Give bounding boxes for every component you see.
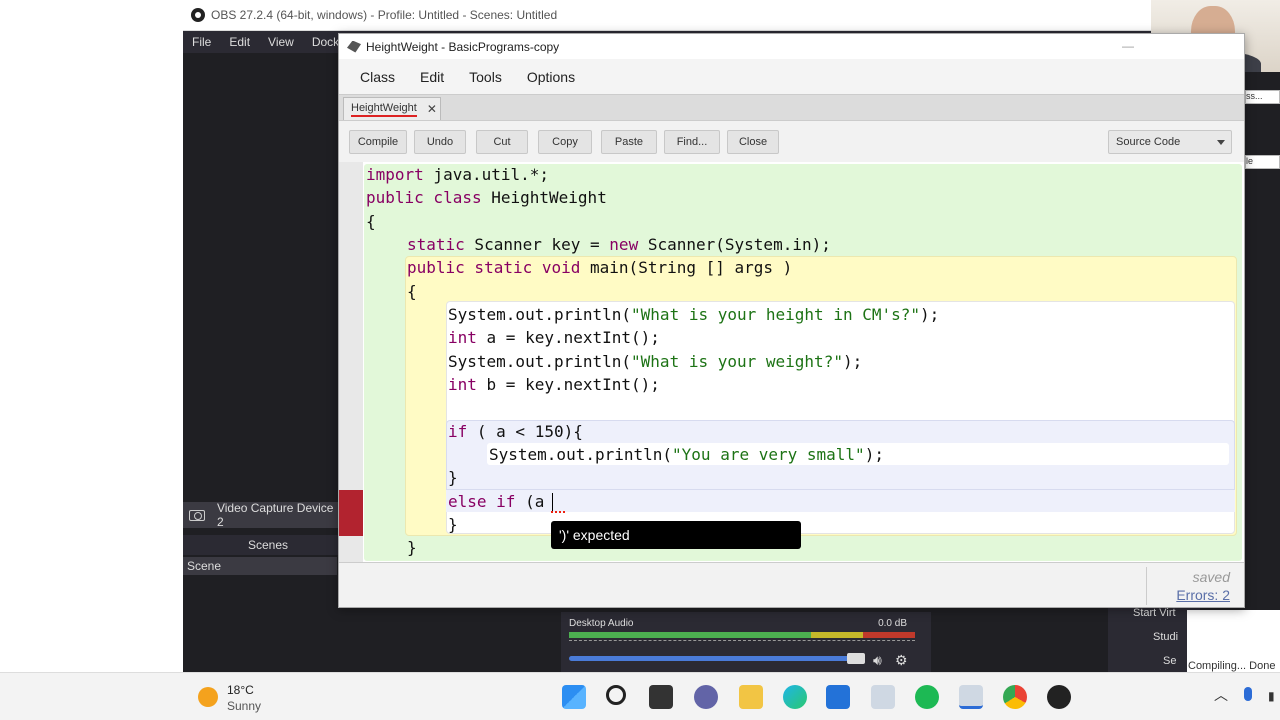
mixer-volume-slider[interactable] bbox=[569, 656, 859, 661]
settings-button[interactable]: Se bbox=[1163, 655, 1176, 667]
obs-scene-item[interactable]: Scene bbox=[183, 557, 337, 575]
bluej-editor-window: HeightWeight - BasicPrograms-copy — Clas… bbox=[338, 33, 1245, 608]
bluej-icon[interactable] bbox=[871, 685, 895, 709]
errors-link[interactable]: Errors: 2 bbox=[1147, 587, 1230, 603]
mixer-scale bbox=[569, 640, 915, 648]
code-line: } bbox=[407, 538, 417, 557]
obs-logo-icon bbox=[191, 8, 205, 22]
obs-titlebar: OBS 27.2.4 (64-bit, windows) - Profile: … bbox=[183, 0, 1280, 31]
mixer-channel-label: Desktop Audio bbox=[569, 618, 634, 629]
tab-heightweight[interactable]: HeightWeight ✕ bbox=[343, 97, 441, 120]
tab-label: HeightWeight bbox=[351, 101, 417, 117]
bluej-window-title: HeightWeight - BasicPrograms-copy bbox=[366, 39, 560, 54]
weather-description[interactable]: Sunny bbox=[227, 699, 261, 713]
github-icon[interactable] bbox=[1047, 685, 1071, 709]
undo-button[interactable]: Undo bbox=[414, 130, 466, 154]
error-tooltip: ')' expected bbox=[551, 521, 801, 549]
obs-preview-area bbox=[183, 53, 338, 498]
obs-source-item[interactable]: Video Capture Device 2 bbox=[183, 501, 343, 529]
code-line: { bbox=[366, 212, 376, 231]
mixer-level-meter bbox=[569, 632, 915, 638]
view-mode-select[interactable]: Source Code bbox=[1108, 130, 1232, 154]
compile-status-text: Compiling... Done bbox=[1188, 660, 1276, 672]
windows-taskbar: 18°C Sunny ︿ ▮ bbox=[0, 672, 1280, 720]
desktop-background bbox=[0, 0, 183, 672]
task-view-icon[interactable] bbox=[649, 685, 673, 709]
obs-audio-mixer: Desktop Audio 0.0 dB 🔊︎ ⚙︎ bbox=[561, 612, 931, 672]
obs-edge-button[interactable]: le bbox=[1245, 155, 1280, 169]
code-line: System.out.println("You are very small")… bbox=[489, 445, 884, 464]
chevron-up-icon[interactable]: ︿ bbox=[1214, 685, 1228, 705]
obs-edge-button[interactable]: ss... bbox=[1245, 90, 1280, 104]
cut-button[interactable]: Cut bbox=[476, 130, 528, 154]
bluej-titlebar: HeightWeight - BasicPrograms-copy — bbox=[339, 34, 1244, 59]
chevron-down-icon bbox=[1217, 140, 1225, 145]
edge-icon[interactable] bbox=[783, 685, 807, 709]
close-button[interactable]: Close bbox=[727, 130, 779, 154]
mixer-slider-handle[interactable] bbox=[847, 653, 865, 664]
compile-button[interactable]: Compile bbox=[349, 130, 407, 154]
spotify-icon[interactable] bbox=[915, 685, 939, 709]
code-line: else if (a bbox=[448, 492, 545, 511]
menu-options[interactable]: Options bbox=[527, 69, 575, 85]
code-line: import java.util.*; bbox=[366, 165, 550, 184]
obs-window-title: OBS 27.2.4 (64-bit, windows) - Profile: … bbox=[211, 8, 558, 22]
bluej-active-icon[interactable] bbox=[959, 685, 983, 709]
error-underline bbox=[551, 509, 565, 513]
code-line: int b = key.nextInt(); bbox=[448, 375, 660, 394]
code-editor[interactable]: import java.util.*; public class HeightW… bbox=[339, 162, 1244, 562]
code-line: public static void main(String [] args ) bbox=[407, 258, 793, 277]
code-line: int a = key.nextInt(); bbox=[448, 328, 660, 347]
find-button[interactable]: Find... bbox=[664, 130, 720, 154]
copy-button[interactable]: Copy bbox=[538, 130, 592, 154]
search-icon[interactable] bbox=[606, 685, 626, 705]
editor-status-bar: saved Errors: 2 bbox=[339, 562, 1244, 607]
windows-start-icon[interactable] bbox=[562, 685, 586, 709]
code-line: { bbox=[407, 282, 417, 301]
mixer-db-readout: 0.0 dB bbox=[878, 618, 907, 629]
editor-tab-bar: HeightWeight ✕ bbox=[339, 94, 1244, 121]
chrome-icon[interactable] bbox=[1003, 685, 1027, 709]
microphone-icon[interactable] bbox=[1244, 687, 1252, 701]
network-icon[interactable]: ▮ bbox=[1268, 689, 1275, 703]
bluej-menubar: Class Edit Tools Options bbox=[339, 59, 1244, 94]
error-marker bbox=[339, 490, 363, 536]
weather-temperature[interactable]: 18°C bbox=[227, 683, 254, 697]
file-explorer-icon[interactable] bbox=[739, 685, 763, 709]
saved-status: saved bbox=[1192, 569, 1230, 585]
obs-menu-view[interactable]: View bbox=[268, 35, 294, 49]
code-line: } bbox=[448, 515, 458, 534]
obs-menu-file[interactable]: File bbox=[192, 35, 211, 49]
status-box: saved Errors: 2 bbox=[1146, 567, 1230, 605]
editor-toolbar: Compile Undo Cut Copy Paste Find... Clos… bbox=[339, 122, 1244, 162]
code-line: public class HeightWeight bbox=[366, 188, 607, 207]
code-line: System.out.println("What is your weight?… bbox=[448, 352, 863, 371]
paste-button[interactable]: Paste bbox=[601, 130, 657, 154]
view-mode-value: Source Code bbox=[1116, 136, 1181, 148]
speaker-icon[interactable]: 🔊︎ bbox=[873, 652, 882, 669]
gear-icon[interactable]: ⚙︎ bbox=[895, 652, 908, 669]
sun-icon[interactable] bbox=[198, 687, 218, 707]
obs-scenes-header: Scenes bbox=[183, 535, 353, 555]
code-line: System.out.println("What is your height … bbox=[448, 305, 940, 324]
code-line: } bbox=[448, 468, 458, 487]
teams-chat-icon[interactable] bbox=[694, 685, 718, 709]
code-line: static Scanner key = new Scanner(System.… bbox=[407, 235, 831, 254]
close-icon[interactable]: ✕ bbox=[427, 102, 437, 116]
obs-source-label: Video Capture Device 2 bbox=[216, 501, 334, 529]
camera-icon bbox=[189, 509, 205, 521]
obs-menu-edit[interactable]: Edit bbox=[229, 35, 250, 49]
start-virtual-camera-button[interactable]: Start Virt bbox=[1133, 607, 1176, 619]
minimize-icon[interactable]: — bbox=[1122, 39, 1134, 53]
code-line: if ( a < 150){ bbox=[448, 422, 583, 441]
studio-mode-button[interactable]: Studi bbox=[1153, 631, 1178, 643]
store-icon[interactable] bbox=[826, 685, 850, 709]
menu-class[interactable]: Class bbox=[360, 69, 395, 85]
menu-edit[interactable]: Edit bbox=[420, 69, 444, 85]
menu-tools[interactable]: Tools bbox=[469, 69, 502, 85]
bluej-bird-icon bbox=[347, 40, 361, 53]
